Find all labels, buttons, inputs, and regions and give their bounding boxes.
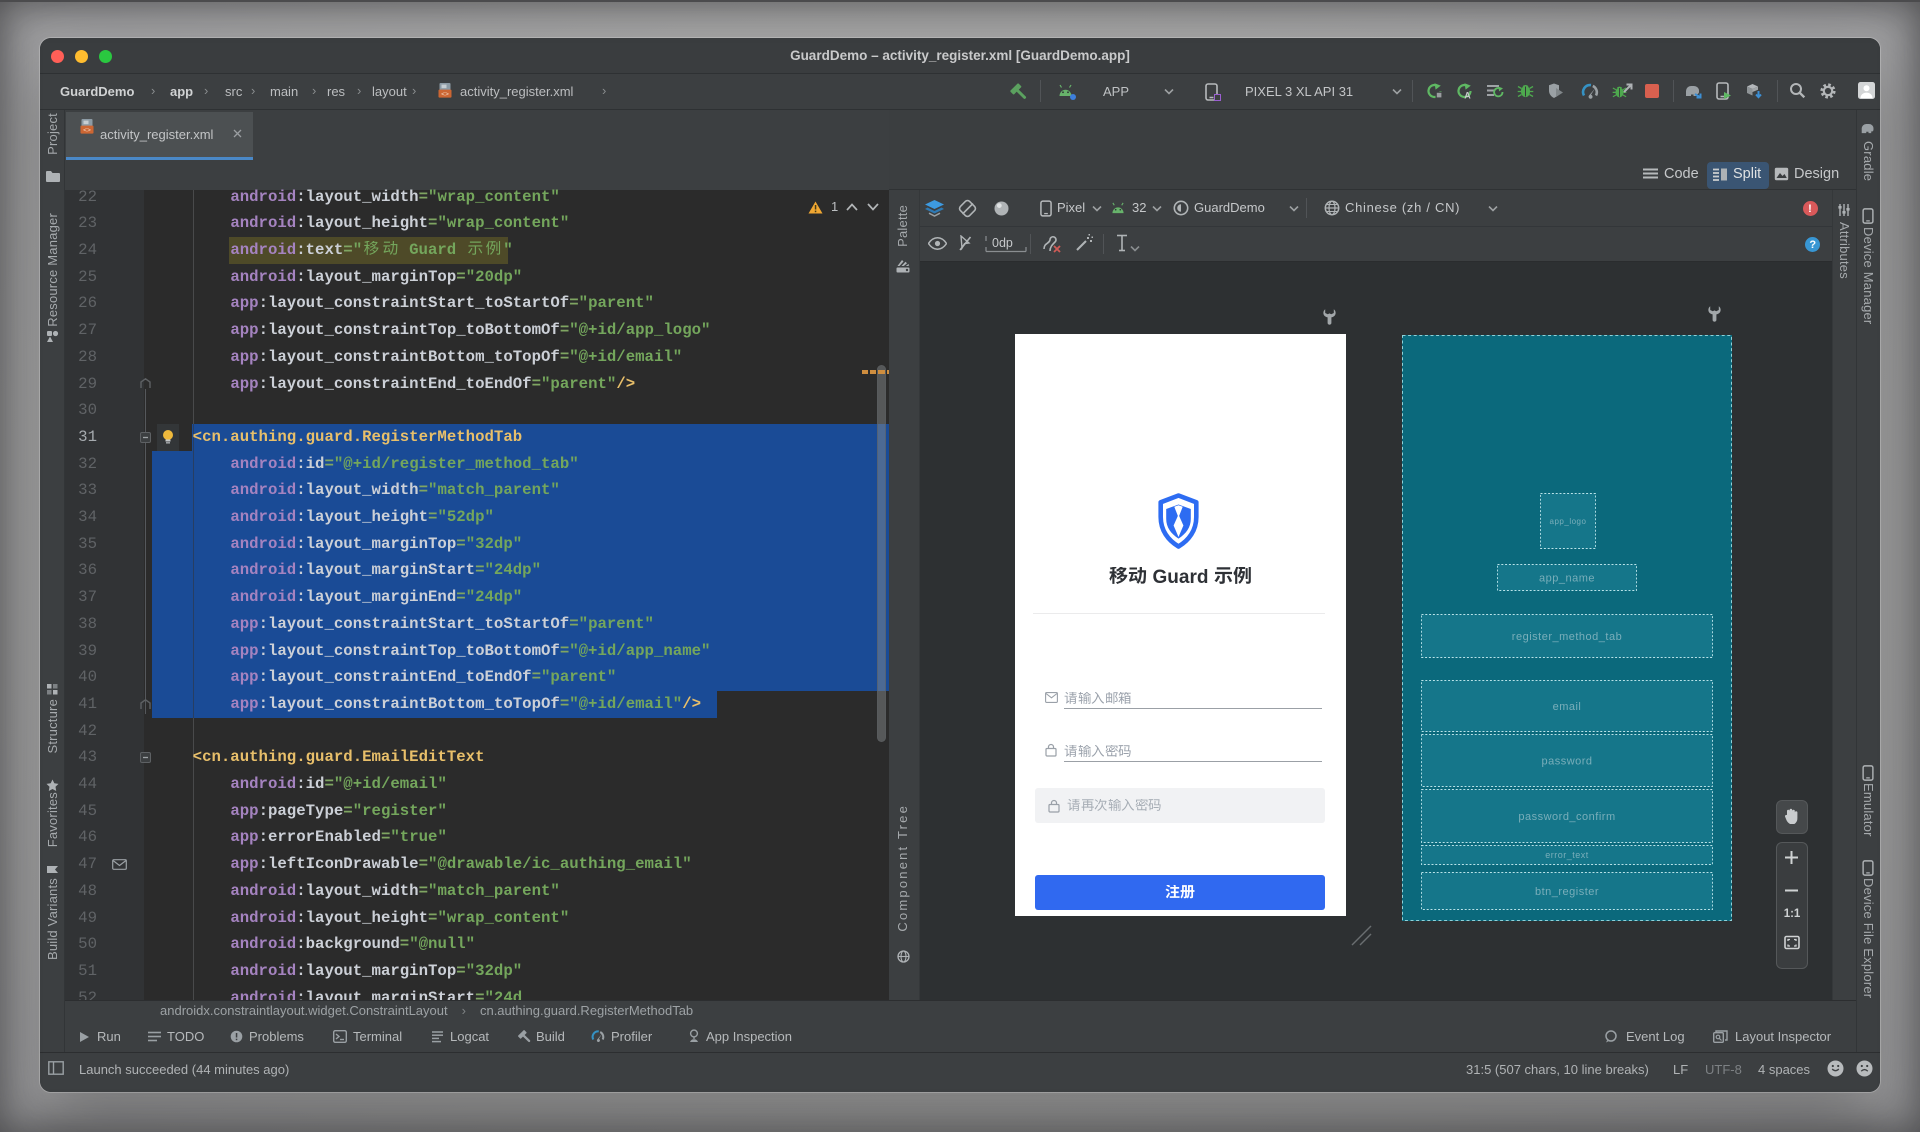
svg-text:app_name: app_name	[1539, 572, 1595, 584]
svg-text:register_method_tab: register_method_tab	[1512, 631, 1622, 643]
svg-text:<>: <>	[83, 127, 91, 134]
svg-text:A: A	[1464, 91, 1471, 101]
svg-text:password: password	[1541, 755, 1592, 767]
svg-text:email: email	[1553, 701, 1582, 713]
svg-text:error_text: error_text	[1545, 850, 1589, 860]
svg-text:btn_register: btn_register	[1535, 886, 1599, 898]
svg-text:<>: <>	[441, 91, 449, 98]
svg-text:password_confirm: password_confirm	[1518, 811, 1615, 823]
svg-text:app_logo: app_logo	[1550, 517, 1587, 526]
